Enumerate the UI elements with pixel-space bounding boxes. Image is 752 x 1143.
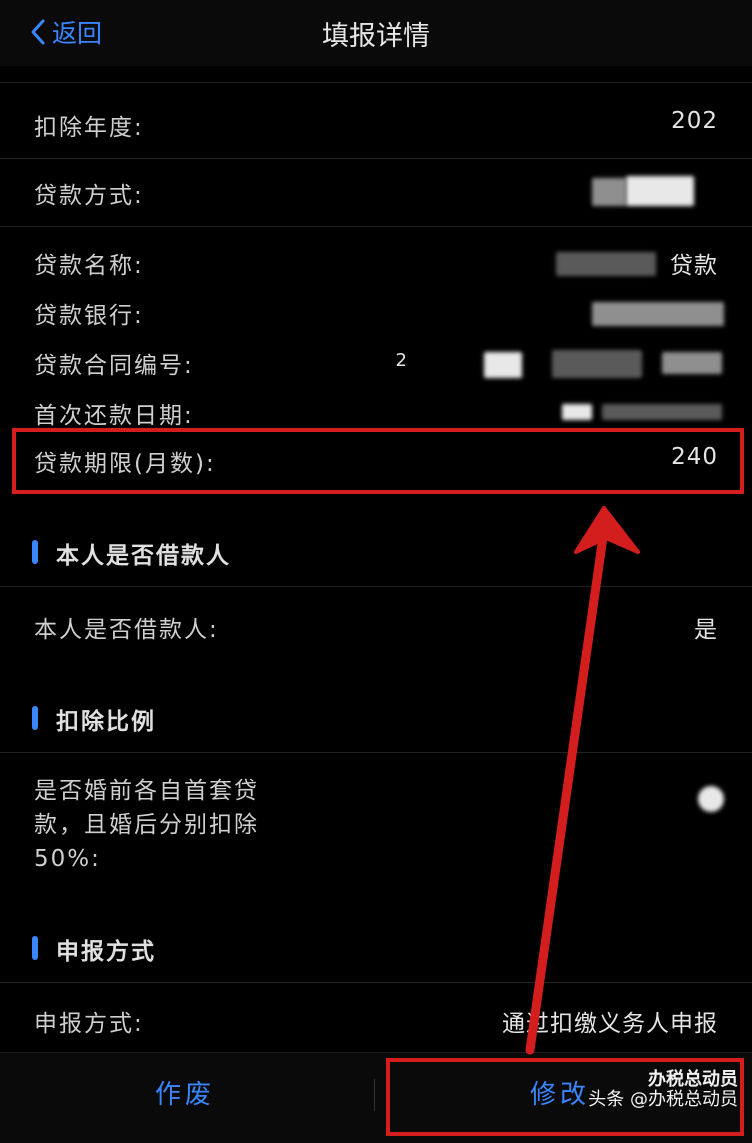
loan-method-label: 贷款方式: bbox=[34, 183, 144, 209]
declare-method-label: 申报方式: bbox=[34, 1011, 144, 1037]
loan-name-label: 贷款名称: bbox=[34, 253, 144, 279]
row-contract-number: 贷款合同编号: 2 bbox=[0, 346, 752, 382]
declare-method-value: 通过扣缴义务人申报 bbox=[502, 1011, 718, 1037]
deduction-year-value: 202 bbox=[671, 108, 718, 134]
void-button[interactable]: 作废 bbox=[60, 1073, 310, 1117]
watermark-line: 办税总动员 bbox=[648, 1069, 738, 1090]
row-loan-method: 贷款方式: bbox=[0, 176, 752, 212]
divider bbox=[0, 982, 752, 983]
section-header-declare: 申报方式 bbox=[0, 932, 752, 965]
contract-number-label: 贷款合同编号: bbox=[34, 353, 194, 379]
section-header-borrower: 本人是否借款人 bbox=[0, 536, 752, 569]
annotation-arrow bbox=[525, 506, 640, 1055]
row-first-repayment-date: 首次还款日期: bbox=[0, 396, 752, 429]
toolbar-divider bbox=[374, 1079, 375, 1111]
divider bbox=[0, 752, 752, 753]
first-repayment-label: 首次还款日期: bbox=[34, 403, 194, 429]
section-title: 本人是否借款人 bbox=[56, 543, 231, 569]
loan-bank-label: 贷款银行: bbox=[34, 303, 144, 329]
page-title: 填报详情 bbox=[322, 21, 430, 52]
section-accent-bar bbox=[32, 540, 38, 564]
loan-name-value: 贷款 bbox=[670, 253, 718, 279]
redacted-mask bbox=[556, 252, 656, 276]
watermark-line: 头条 @办税总动员 bbox=[588, 1089, 738, 1110]
label-line: 50%: bbox=[34, 846, 101, 872]
redacted-mask bbox=[602, 404, 722, 420]
deduction-year-label: 扣除年度: bbox=[34, 115, 144, 141]
row-deduction-year: 扣除年度: 202 bbox=[0, 108, 752, 144]
redacted-mask bbox=[592, 302, 724, 326]
redacted-mask bbox=[662, 352, 722, 374]
watermark: 办税总动员 头条 @办税总动员 bbox=[588, 1070, 738, 1110]
contract-number-value: 2 bbox=[395, 350, 408, 371]
section-accent-bar bbox=[32, 936, 38, 960]
redacted-mask bbox=[626, 176, 694, 206]
redacted-mask bbox=[484, 352, 522, 378]
is-borrower-label: 本人是否借款人: bbox=[34, 617, 219, 643]
divider bbox=[0, 586, 752, 587]
redacted-mask bbox=[698, 786, 724, 812]
label-line: 款，且婚后分别扣除 bbox=[34, 812, 259, 838]
row-loan-bank: 贷款银行: bbox=[0, 296, 752, 332]
row-premarital-ratio: 是否婚前各自首套贷 款，且婚后分别扣除 50%: bbox=[0, 774, 752, 874]
section-title: 扣除比例 bbox=[56, 709, 156, 735]
nav-bar: 返回 填报详情 bbox=[0, 0, 752, 66]
divider bbox=[0, 158, 752, 159]
premarital-ratio-label: 是否婚前各自首套贷 款，且婚后分别扣除 50%: bbox=[34, 774, 259, 876]
section-header-ratio: 扣除比例 bbox=[0, 702, 752, 735]
section-accent-bar bbox=[32, 706, 38, 730]
loan-term-highlight-box bbox=[12, 428, 744, 494]
is-borrower-value: 是 bbox=[694, 617, 718, 643]
row-declare-method: 申报方式: 通过扣缴义务人申报 bbox=[0, 1004, 752, 1040]
divider bbox=[0, 226, 752, 227]
redacted-mask bbox=[562, 404, 592, 420]
label-line: 是否婚前各自首套贷 bbox=[34, 778, 259, 804]
section-title: 申报方式 bbox=[56, 939, 156, 965]
redacted-mask bbox=[552, 350, 642, 378]
row-is-borrower: 本人是否借款人: 是 bbox=[0, 610, 752, 646]
divider bbox=[0, 82, 752, 83]
redacted-mask bbox=[592, 178, 626, 206]
row-loan-name: 贷款名称: 贷款 bbox=[0, 246, 752, 282]
